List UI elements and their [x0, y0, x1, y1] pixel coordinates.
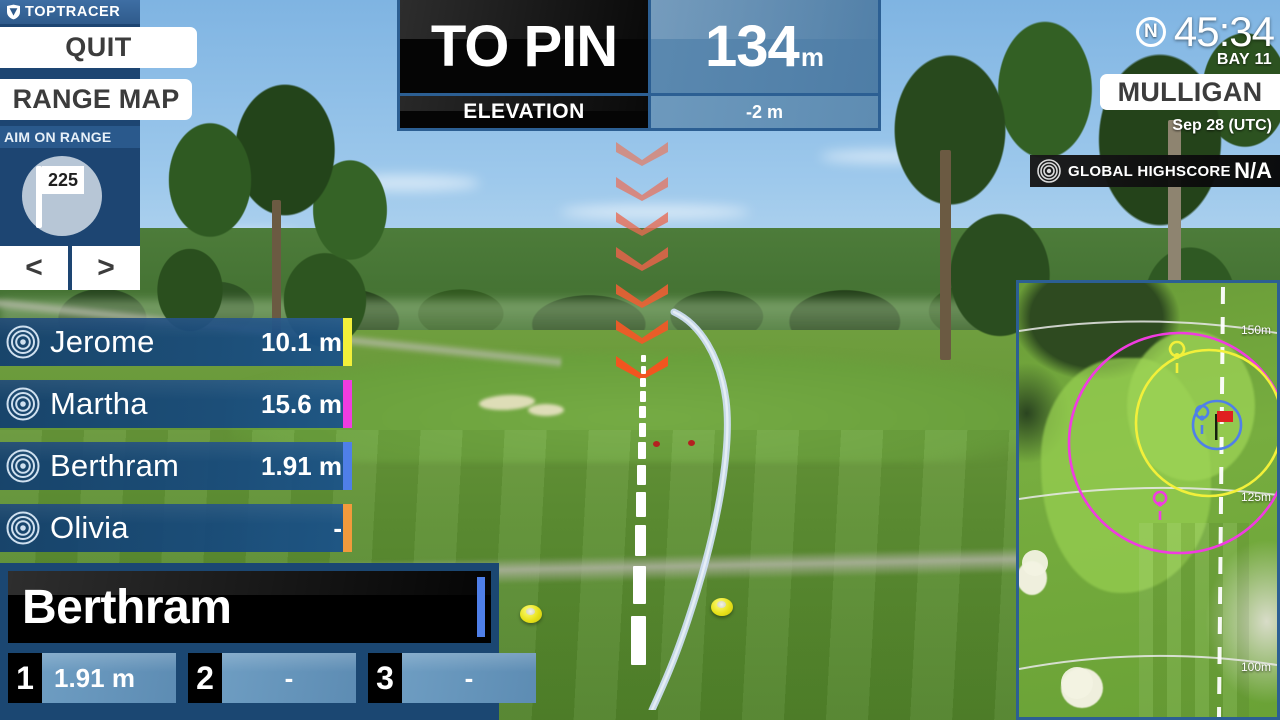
- player-color-bar: [343, 380, 352, 428]
- current-player-panel: Berthram 1 1.91 m 2 - 3 -: [0, 563, 536, 720]
- player-name: Martha: [50, 386, 148, 421]
- player-distance: 1.91 m: [261, 450, 342, 481]
- toptracer-simulator-screen: TOPTRACER QUIT RANGE MAP AIM ON RANGE 22…: [0, 0, 1280, 720]
- elevation-value-cell: -2 m: [648, 96, 878, 128]
- target-distance-value: 225: [42, 166, 84, 194]
- player-name: Jerome: [50, 324, 155, 359]
- global-highscore-value: N/A: [1234, 158, 1272, 183]
- to-pin-label: TO PIN: [430, 14, 618, 79]
- shot-number: 1: [8, 653, 42, 703]
- shot-number: 2: [188, 653, 222, 703]
- leaderboard: Jerome 10.1 m Martha 15.6 m Berthram 1.9…: [0, 318, 352, 566]
- to-pin-panel: TO PIN 134 m ELEVATION -2 m: [397, 0, 881, 131]
- list-item[interactable]: Jerome 10.1 m: [0, 318, 352, 366]
- flag-icon: 225: [22, 156, 102, 236]
- list-item[interactable]: Martha 15.6 m: [0, 380, 352, 428]
- elevation-value: -2 m: [745, 101, 783, 122]
- minimap-ball: [1061, 667, 1093, 699]
- mulligan-button[interactable]: MULLIGAN: [1100, 74, 1280, 110]
- toptracer-logo: TOPTRACER: [0, 0, 140, 24]
- player-color-bar: [343, 442, 352, 490]
- global-highscore-bar[interactable]: GLOBAL HIGHSCORE N/A: [1030, 155, 1280, 187]
- distance-arc-150: [1019, 320, 1277, 334]
- current-player-name: Berthram: [22, 580, 232, 634]
- prev-target-button[interactable]: <: [0, 246, 68, 290]
- next-target-button[interactable]: >: [72, 246, 140, 290]
- tee-ball: [520, 605, 542, 623]
- chevron-down-icon: [612, 175, 672, 201]
- session-timer-row: N 45:34: [1135, 8, 1280, 56]
- elevation-label: ELEVATION: [463, 100, 585, 123]
- player-marker-martha: [1152, 490, 1168, 520]
- chevron-down-icon: [612, 140, 672, 166]
- shot-value: 1.91 m: [42, 653, 176, 703]
- to-pin-value-cell: 134 m: [648, 0, 878, 93]
- target-rings-icon: [1037, 159, 1061, 183]
- player-distance: -: [333, 512, 342, 543]
- player-color-bar: [343, 504, 352, 552]
- range-map-button[interactable]: RANGE MAP: [0, 79, 192, 120]
- to-pin-label-cell: TO PIN: [400, 0, 648, 93]
- to-pin-distance: 134: [705, 14, 800, 79]
- shot-number: 3: [368, 653, 402, 703]
- player-name: Olivia: [50, 510, 129, 545]
- aim-target-widget[interactable]: 225: [0, 148, 140, 244]
- to-pin-unit: m: [800, 42, 824, 72]
- shot-slot[interactable]: 2 -: [188, 653, 356, 703]
- player-marker-jerome: [1168, 340, 1186, 373]
- distance-ring-label: 150m: [1240, 323, 1271, 337]
- target-rings-icon: [6, 449, 40, 483]
- session-timer: 45:34: [1173, 8, 1275, 55]
- minimap-overlay: [1019, 286, 1277, 717]
- player-ring-jerome: [1134, 348, 1277, 498]
- shot-value: -: [222, 653, 356, 703]
- toptracer-shield-icon: [6, 4, 21, 20]
- aim-on-range-label: AIM ON RANGE: [0, 126, 140, 148]
- red-flag-icon: [1215, 411, 1233, 440]
- minimap-ball: [1022, 550, 1048, 576]
- player-ring-martha: [1067, 331, 1277, 555]
- distance-arc-100: [1019, 654, 1277, 670]
- distance-ring-label: 125m: [1240, 490, 1271, 504]
- distance-ring-label: 100m: [1240, 660, 1271, 674]
- current-player-color-bar: [477, 577, 485, 637]
- list-item[interactable]: Olivia -: [0, 504, 352, 552]
- minimap[interactable]: 150m 125m 100m: [1016, 280, 1280, 720]
- target-rings-icon: [6, 511, 40, 545]
- session-date: Sep 28 (UTC): [1172, 117, 1272, 134]
- bunker: [528, 404, 564, 416]
- elevation-label-cell: ELEVATION: [400, 96, 648, 128]
- list-item[interactable]: Berthram 1.91 m: [0, 442, 352, 490]
- global-highscore-label: GLOBAL HIGHSCORE: [1068, 162, 1231, 180]
- current-player-name-bar: Berthram: [8, 571, 491, 643]
- chevron-down-icon: [612, 245, 672, 271]
- shot-slot[interactable]: 1 1.91 m: [8, 653, 176, 703]
- player-color-bar: [343, 318, 352, 366]
- elevation-row: ELEVATION -2 m: [400, 93, 878, 128]
- toptracer-wordmark: TOPTRACER: [25, 4, 121, 20]
- ball-trajectory-trace: [560, 290, 780, 714]
- shot-value: -: [402, 653, 536, 703]
- target-rings-icon: [6, 387, 40, 421]
- tree-trunk: [940, 150, 951, 360]
- shot-slot[interactable]: 3 -: [368, 653, 536, 703]
- circled-n-icon: N: [1135, 17, 1166, 47]
- bay-number: BAY 11: [1216, 51, 1272, 68]
- target-nav-row: < >: [0, 246, 140, 290]
- target-rings-icon: [6, 325, 40, 359]
- to-pin-main-row: TO PIN 134 m: [400, 0, 878, 93]
- chevron-down-icon: [612, 210, 672, 236]
- player-distance: 15.6 m: [261, 388, 342, 419]
- player-name: Berthram: [50, 448, 180, 483]
- player-distance: 10.1 m: [261, 326, 342, 357]
- quit-button[interactable]: QUIT: [0, 27, 197, 68]
- shot-slots: 1 1.91 m 2 - 3 -: [8, 653, 536, 703]
